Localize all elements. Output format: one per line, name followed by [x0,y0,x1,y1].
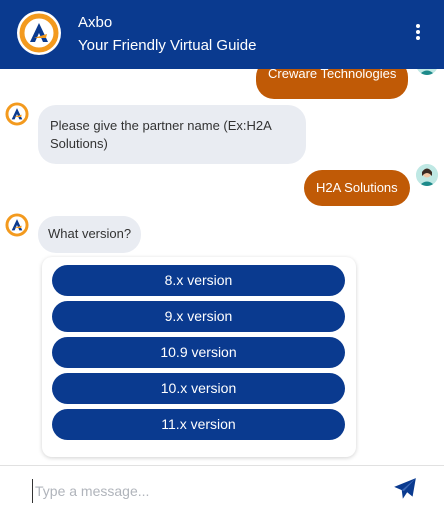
send-icon[interactable] [392,476,418,502]
user-message-text: Creware Technologies [268,69,397,81]
bot-title: Axbo [78,14,113,31]
user-message-bubble: Creware Technologies [256,69,409,99]
message-composer [0,465,444,514]
version-option-button[interactable]: 8.x version [52,265,345,296]
chat-header: Axbo Your Friendly Virtual Guide [0,0,444,69]
version-option-button[interactable]: 9.x version [52,301,345,332]
bot-avatar-icon [4,212,30,238]
bot-subtitle: Your Friendly Virtual Guide [78,37,257,54]
bot-avatar-icon [4,101,30,127]
version-option-button[interactable]: 11.x version [52,409,345,440]
more-menu-icon[interactable] [411,24,425,44]
bot-message-text: Please give the partner name (Ex:H2A Sol… [50,118,272,151]
user-avatar-icon [416,164,438,186]
version-options-card: 8.x version 9.x version 10.9 version 10.… [42,257,356,457]
bot-logo-icon [17,11,61,55]
bot-message-bubble: What version? [38,216,142,253]
user-avatar-icon [416,69,438,75]
version-option-button[interactable]: 10.x version [52,373,345,404]
chat-transcript[interactable]: Creware Technologies Please give the par… [0,69,444,465]
message-input[interactable] [32,479,372,503]
bot-message-text: What version? [48,226,132,241]
user-message-text: H2A Solutions [316,180,398,195]
user-message-bubble: H2A Solutions [304,170,410,206]
bot-message-bubble: Please give the partner name (Ex:H2A Sol… [38,105,306,164]
version-option-button[interactable]: 10.9 version [52,337,345,368]
